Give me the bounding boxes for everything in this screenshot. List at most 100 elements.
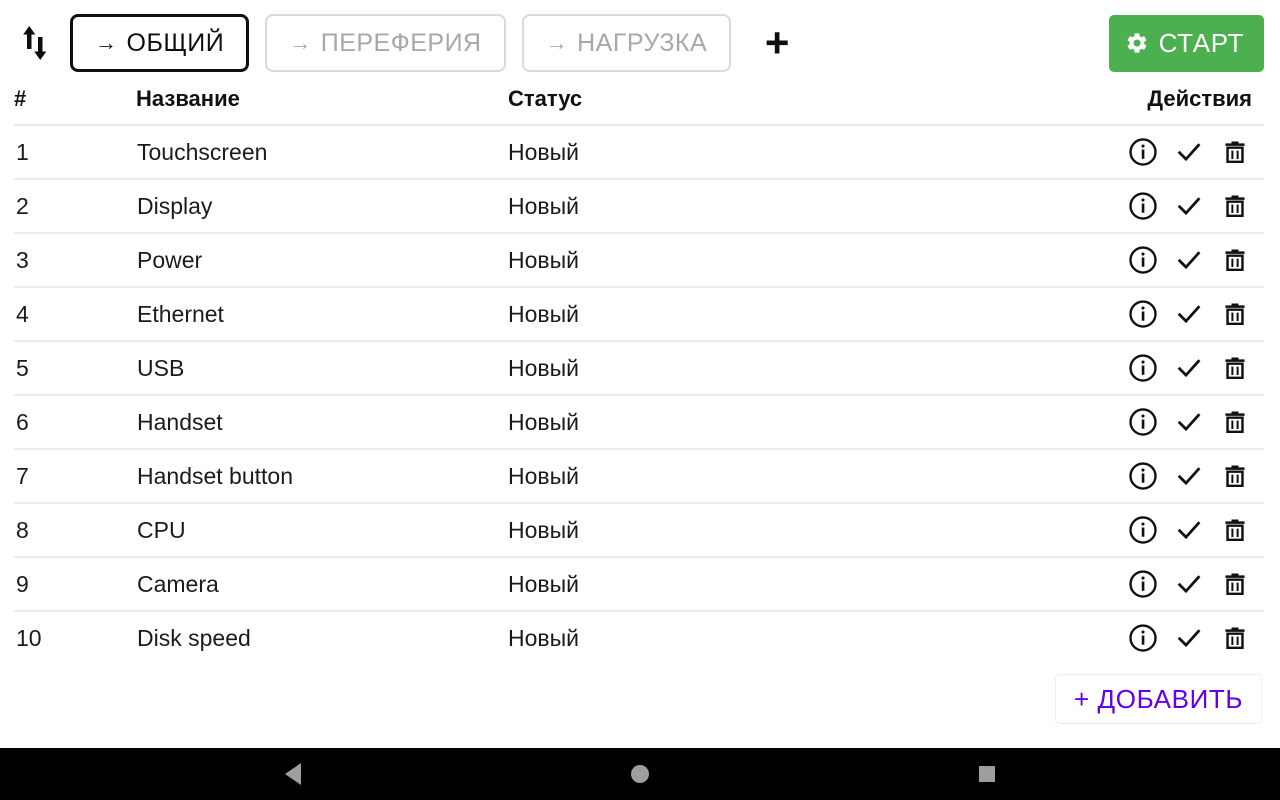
- check-icon[interactable]: [1166, 348, 1212, 388]
- table-row[interactable]: 4 Ethernet Новый: [14, 287, 1264, 342]
- header-status: Статус: [508, 86, 583, 111]
- header-actions: Действия: [1147, 86, 1252, 111]
- cell-number: 5: [14, 341, 136, 396]
- cell-name: Camera: [136, 557, 508, 612]
- trash-icon[interactable]: [1212, 132, 1258, 172]
- cell-actions: [1058, 341, 1264, 396]
- tab-label: ОБЩИЙ: [126, 28, 225, 57]
- trash-icon[interactable]: [1212, 348, 1258, 388]
- cell-actions: [1058, 125, 1264, 180]
- cell-actions: [1058, 233, 1264, 288]
- cell-name: Touchscreen: [136, 125, 508, 180]
- cell-status: Новый: [508, 449, 1058, 504]
- cell-name: USB: [136, 341, 508, 396]
- check-icon[interactable]: [1166, 240, 1212, 280]
- header-number: #: [14, 86, 27, 111]
- app-root: → ОБЩИЙ → ПЕРЕФЕРИЯ → НАГРУЗКА + СТАРТ #…: [0, 0, 1280, 800]
- table-row[interactable]: 6 Handset Новый: [14, 395, 1264, 450]
- gear-icon: [1125, 31, 1149, 55]
- back-triangle-icon[interactable]: [263, 754, 323, 794]
- info-icon[interactable]: [1120, 132, 1166, 172]
- info-icon[interactable]: [1120, 564, 1166, 604]
- check-icon[interactable]: [1166, 186, 1212, 226]
- tab-arrow-icon: →: [289, 30, 312, 55]
- toolbar: → ОБЩИЙ → ПЕРЕФЕРИЯ → НАГРУЗКА + СТАРТ: [0, 0, 1280, 86]
- recents-square-icon[interactable]: [957, 754, 1017, 794]
- trash-icon[interactable]: [1212, 294, 1258, 334]
- cell-actions: [1058, 395, 1264, 450]
- cell-status: Новый: [508, 233, 1058, 288]
- tab-label: ПЕРЕФЕРИЯ: [320, 28, 482, 57]
- cell-number: 8: [14, 503, 136, 558]
- tab-arrow-icon: →: [95, 30, 118, 55]
- table-row[interactable]: 2 Display Новый: [14, 179, 1264, 234]
- cell-name: Power: [136, 233, 508, 288]
- home-circle-icon[interactable]: [610, 754, 670, 794]
- check-icon[interactable]: [1166, 510, 1212, 550]
- device-table: # Название Статус Действия 1 Touchscreen Н…: [14, 86, 1264, 658]
- cell-number: 10: [14, 611, 136, 658]
- cell-number: 1: [14, 125, 136, 180]
- table-head: # Название Статус Действия: [14, 86, 1264, 125]
- table-row[interactable]: 5 USB Новый: [14, 341, 1264, 396]
- trash-icon[interactable]: [1212, 240, 1258, 280]
- start-button[interactable]: СТАРТ: [1108, 14, 1264, 72]
- trash-icon[interactable]: [1212, 618, 1258, 658]
- cell-status: Новый: [508, 557, 1058, 612]
- cell-status: Новый: [508, 125, 1058, 180]
- cell-status: Новый: [508, 287, 1058, 342]
- table-row[interactable]: 8 CPU Новый: [14, 503, 1264, 558]
- trash-icon[interactable]: [1212, 510, 1258, 550]
- cell-status: Новый: [508, 503, 1058, 558]
- cell-number: 7: [14, 449, 136, 504]
- cell-actions: [1058, 287, 1264, 342]
- info-icon[interactable]: [1120, 186, 1166, 226]
- add-item-button[interactable]: + ДОБАВИТЬ: [1054, 674, 1262, 724]
- trash-icon[interactable]: [1212, 186, 1258, 226]
- trash-icon[interactable]: [1212, 456, 1258, 496]
- device-table-container: # Название Статус Действия 1 Touchscreen Н…: [0, 86, 1280, 658]
- cell-number: 2: [14, 179, 136, 234]
- check-icon[interactable]: [1166, 294, 1212, 334]
- header-name: Название: [136, 86, 240, 111]
- sort-updown-icon[interactable]: [14, 17, 56, 69]
- info-icon[interactable]: [1120, 456, 1166, 496]
- tab-arrow-icon: →: [545, 30, 569, 55]
- tab-label: НАГРУЗКА: [577, 28, 708, 57]
- trash-icon[interactable]: [1212, 402, 1258, 442]
- cell-status: Новый: [508, 395, 1058, 450]
- cell-number: 9: [14, 557, 136, 612]
- tab-nagruzka[interactable]: → НАГРУЗКА: [521, 14, 732, 72]
- check-icon[interactable]: [1166, 132, 1212, 172]
- tab-obshchiy[interactable]: → ОБЩИЙ: [70, 14, 250, 72]
- cell-status: Новый: [508, 179, 1058, 234]
- info-icon[interactable]: [1120, 618, 1166, 658]
- check-icon[interactable]: [1166, 456, 1212, 496]
- add-tab-button[interactable]: +: [753, 19, 801, 67]
- table-row[interactable]: 3 Power Новый: [14, 233, 1264, 288]
- cell-name: Disk speed: [136, 611, 508, 658]
- cell-number: 6: [14, 395, 136, 450]
- plus-icon: +: [764, 19, 790, 66]
- tab-bar: → ОБЩИЙ → ПЕРЕФЕРИЯ → НАГРУЗКА: [70, 14, 732, 72]
- info-icon[interactable]: [1120, 294, 1166, 334]
- cell-actions: [1058, 179, 1264, 234]
- trash-icon[interactable]: [1212, 564, 1258, 604]
- check-icon[interactable]: [1166, 618, 1212, 658]
- table-row[interactable]: 7 Handset button Новый: [14, 449, 1264, 504]
- check-icon[interactable]: [1166, 564, 1212, 604]
- info-icon[interactable]: [1120, 240, 1166, 280]
- table-footer: + ДОБАВИТЬ: [0, 658, 1280, 748]
- info-icon[interactable]: [1120, 510, 1166, 550]
- cell-name: Display: [136, 179, 508, 234]
- info-icon[interactable]: [1120, 402, 1166, 442]
- table-row[interactable]: 10 Disk speed Новый: [14, 611, 1264, 658]
- table-row[interactable]: 9 Camera Новый: [14, 557, 1264, 612]
- check-icon[interactable]: [1166, 402, 1212, 442]
- cell-name: Handset button: [136, 449, 508, 504]
- tab-pereferiya[interactable]: → ПЕРЕФЕРИЯ: [265, 14, 506, 72]
- table-row[interactable]: 1 Touchscreen Новый: [14, 125, 1264, 180]
- cell-name: Handset: [136, 395, 508, 450]
- info-icon[interactable]: [1120, 348, 1166, 388]
- table-header-row: # Название Статус Действия: [14, 86, 1264, 125]
